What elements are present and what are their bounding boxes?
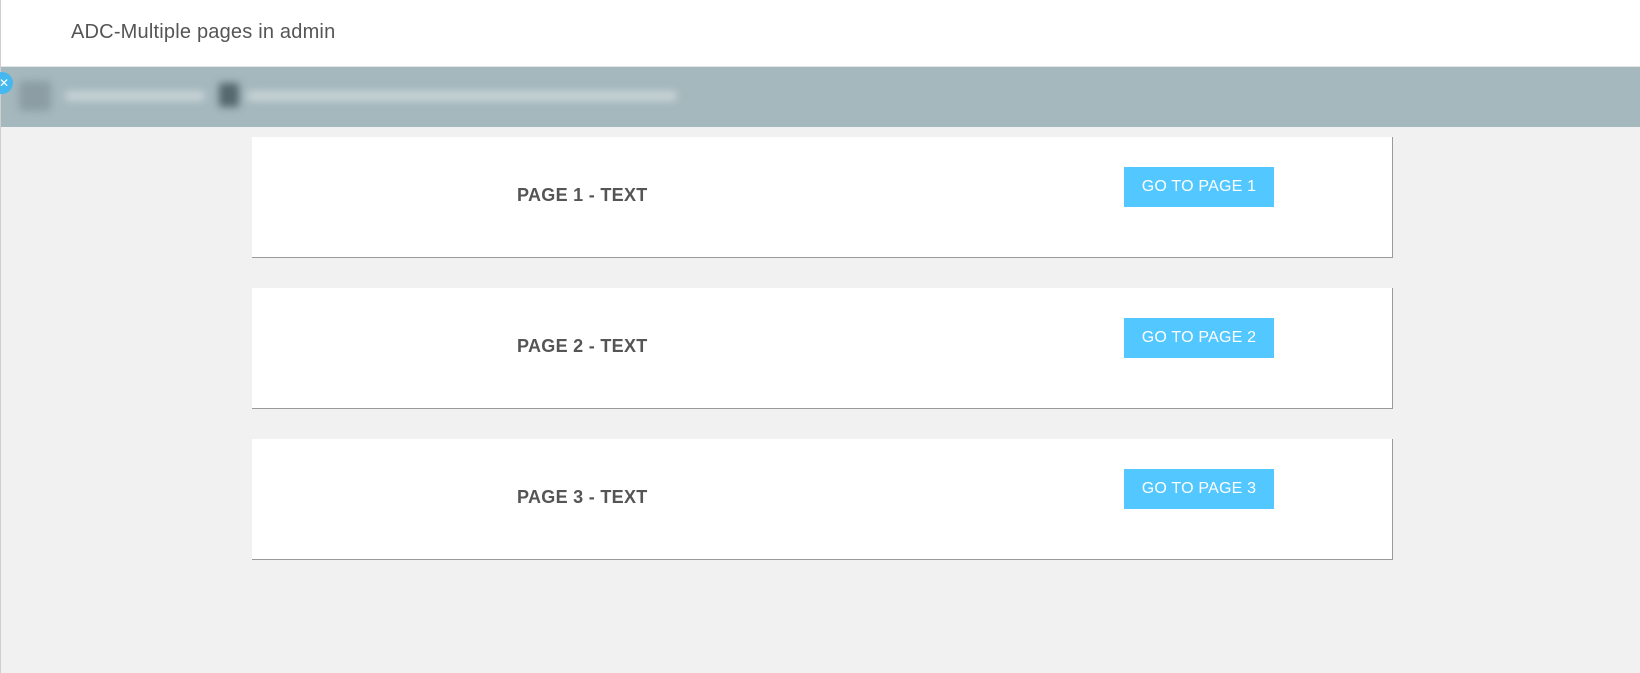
page-card-text: PAGE 3 - TEXT (517, 487, 648, 507)
admin-toolbar (1, 67, 1640, 127)
blurred-toolbar-content (1, 67, 1640, 127)
app-frame: ADC-Multiple pages in admin ✕ PAGE 1 - T… (0, 0, 1640, 673)
page-card-text: PAGE 2 - TEXT (517, 336, 648, 356)
go-to-page-1-button[interactable]: GO TO PAGE 1 (1124, 167, 1274, 207)
page-card-2: PAGE 2 - TEXT GO TO PAGE 2 (252, 288, 1393, 409)
page-card-text: PAGE 1 - TEXT (517, 185, 648, 205)
page-list: PAGE 1 - TEXT GO TO PAGE 1 PAGE 2 - TEXT… (252, 137, 1393, 590)
blurred-label (65, 91, 205, 101)
go-to-page-3-button[interactable]: GO TO PAGE 3 (1124, 469, 1274, 509)
page-title: ADC-Multiple pages in admin (71, 21, 336, 43)
blurred-description (247, 91, 677, 101)
avatar (19, 81, 51, 111)
go-to-page-2-button[interactable]: GO TO PAGE 2 (1124, 318, 1274, 358)
page-card-1: PAGE 1 - TEXT GO TO PAGE 1 (252, 137, 1393, 258)
document-icon (219, 83, 239, 107)
page-header: ADC-Multiple pages in admin (1, 0, 1640, 67)
page-card-3: PAGE 3 - TEXT GO TO PAGE 3 (252, 439, 1393, 560)
